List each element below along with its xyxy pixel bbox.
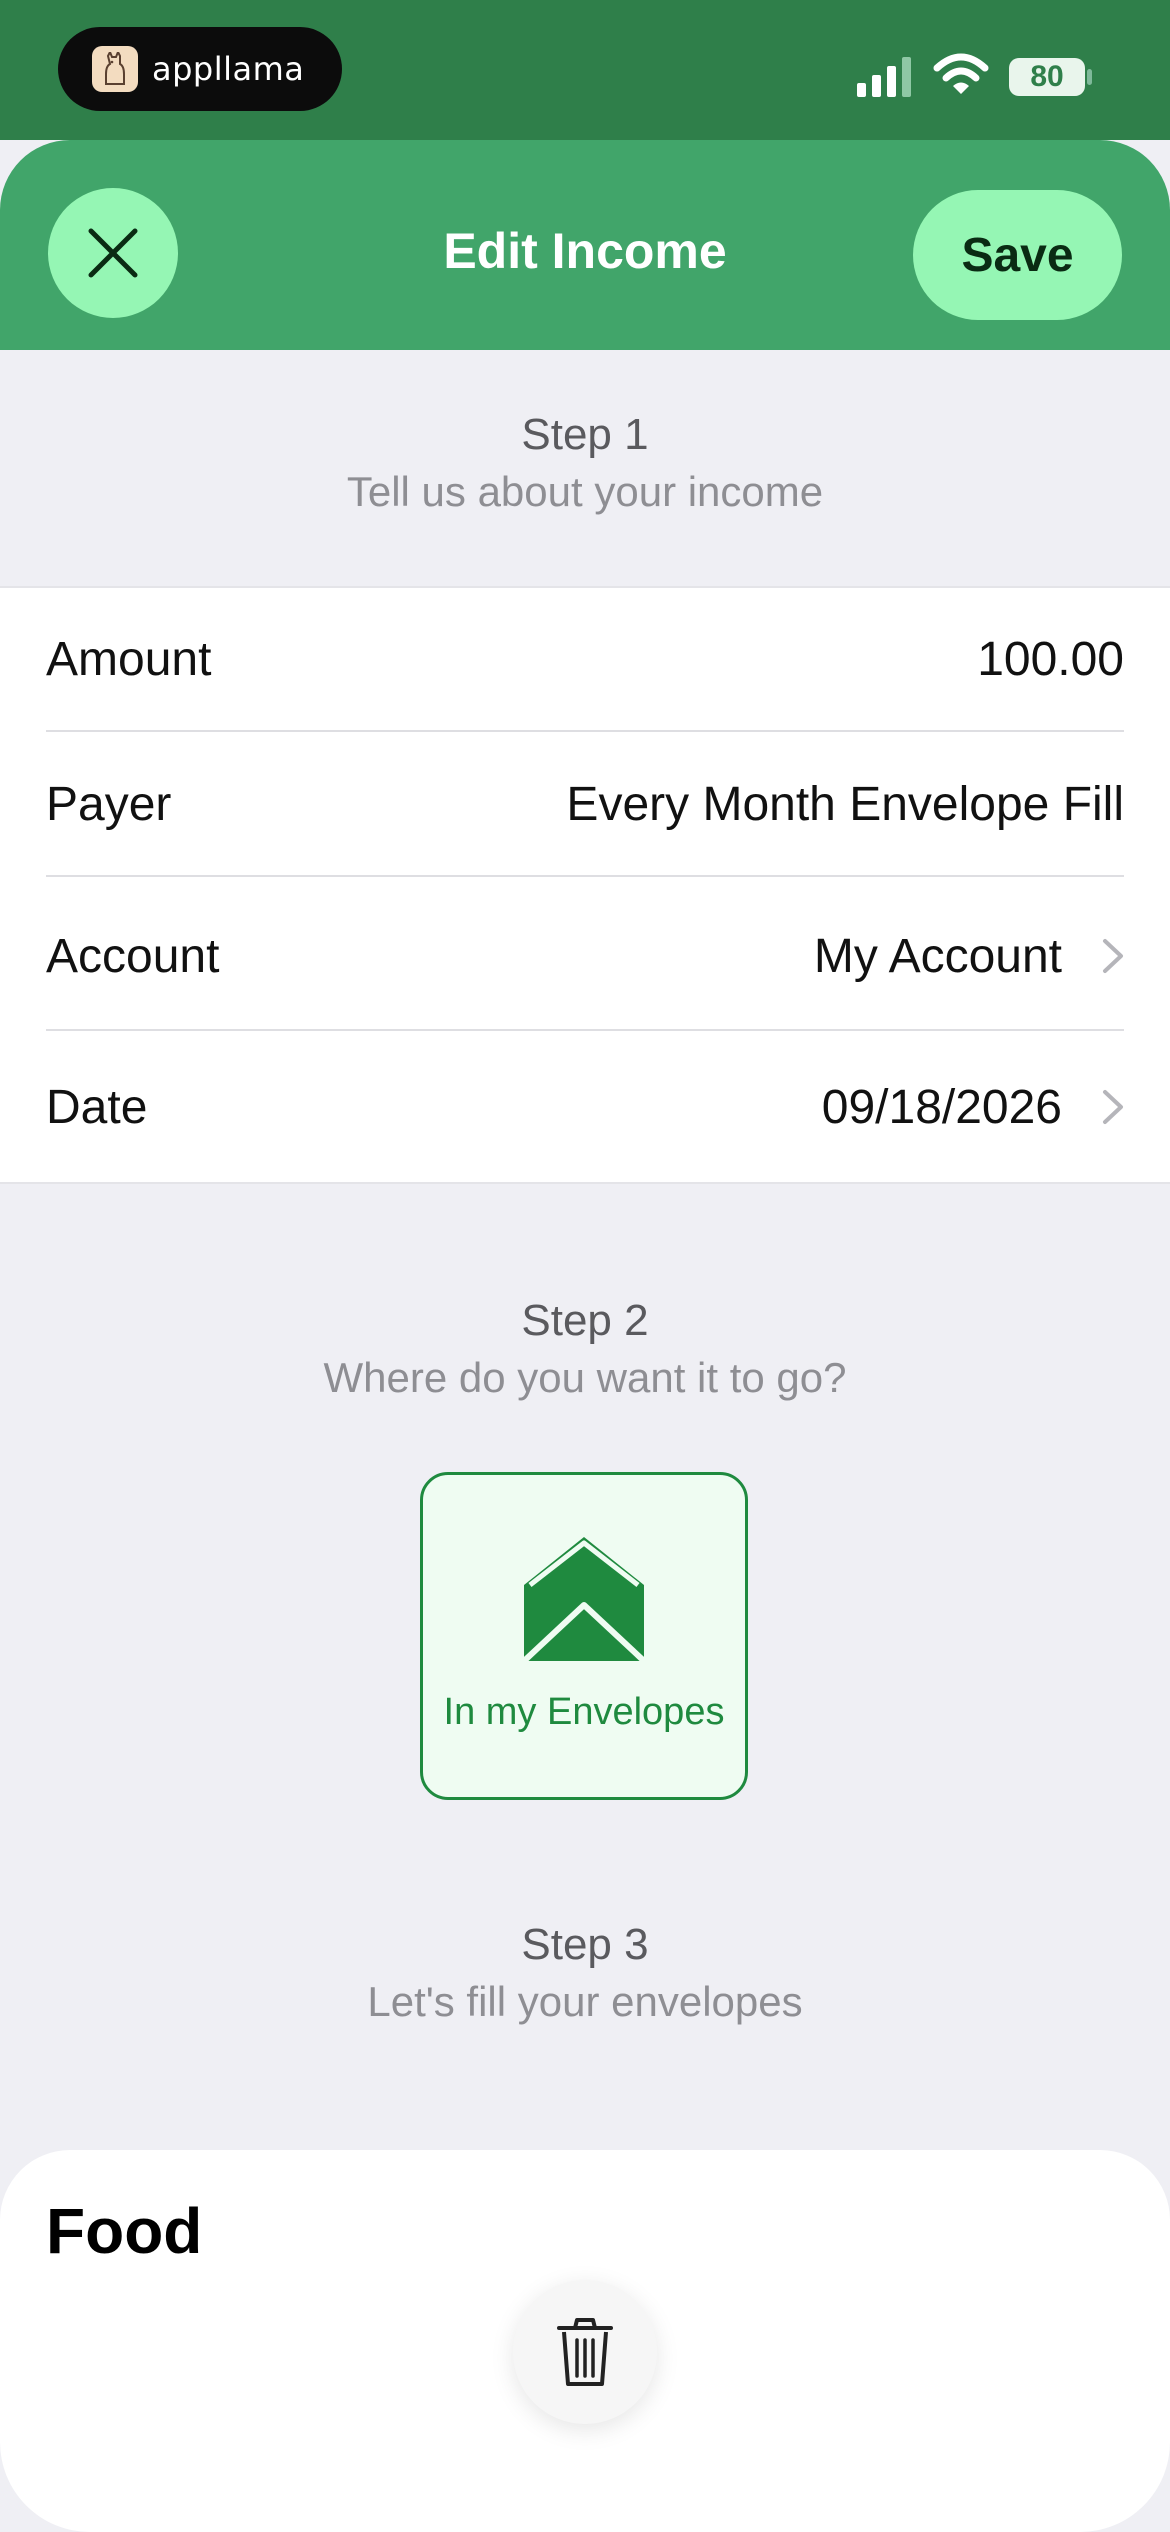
account-value-wrap: My Account xyxy=(814,929,1124,984)
divider xyxy=(46,1029,1124,1031)
app-brand-pill: appllama xyxy=(58,27,342,111)
save-button[interactable]: Save xyxy=(913,190,1122,320)
status-bar: appllama 80 xyxy=(0,0,1170,140)
envelope-open-icon xyxy=(521,1537,647,1664)
in-my-envelopes-option[interactable]: In my Envelopes xyxy=(420,1472,748,1800)
step3-heading: Step 3 xyxy=(521,1920,649,1969)
step1-section: Step 1 Tell us about your income xyxy=(0,410,1170,516)
battery-level: 80 xyxy=(1030,60,1064,93)
income-form: Amount 100.00 Payer Every Month Envelope… xyxy=(0,586,1170,1184)
llama-logo-icon xyxy=(92,46,138,92)
step2-heading: Step 2 xyxy=(521,1296,649,1345)
delete-button[interactable] xyxy=(513,2280,657,2424)
step2-section: Step 2 Where do you want it to go? xyxy=(0,1296,1170,1402)
wifi-icon xyxy=(933,53,989,94)
date-label: Date xyxy=(46,1080,148,1134)
trash-icon xyxy=(557,2318,613,2386)
amount-row[interactable]: Amount 100.00 xyxy=(46,588,1124,730)
signal-icon xyxy=(857,57,911,97)
step1-subtitle: Tell us about your income xyxy=(346,468,824,515)
payer-row[interactable]: Payer Every Month Envelope Fill xyxy=(46,733,1124,875)
account-label: Account xyxy=(46,929,220,983)
battery-icon: 80 xyxy=(1009,58,1085,96)
account-value: My Account xyxy=(813,929,1062,983)
app-brand-name: appllama xyxy=(152,50,305,88)
battery-tip xyxy=(1087,69,1092,85)
account-row[interactable]: Account My Account xyxy=(46,880,1124,1032)
category-heading: Food xyxy=(46,2195,203,2267)
date-value: 09/18/2026 xyxy=(821,1080,1062,1134)
step3-section: Step 3 Let's fill your envelopes xyxy=(0,1920,1170,2026)
amount-label: Amount xyxy=(46,632,212,686)
step1-heading: Step 1 xyxy=(521,410,649,459)
in-my-envelopes-label: In my Envelopes xyxy=(443,1691,725,1733)
step3-subtitle: Let's fill your envelopes xyxy=(367,1978,803,2025)
date-value-wrap: 09/18/2026 xyxy=(822,1080,1124,1135)
amount-value[interactable]: 100.00 xyxy=(977,632,1124,687)
divider xyxy=(46,875,1124,877)
payer-value[interactable]: Every Month Envelope Fill xyxy=(566,777,1124,832)
date-row[interactable]: Date 09/18/2026 xyxy=(46,1034,1124,1180)
payer-label: Payer xyxy=(46,777,172,831)
step2-subtitle: Where do you want it to go? xyxy=(323,1354,847,1401)
divider xyxy=(46,730,1124,732)
chevron-right-icon xyxy=(1103,939,1123,973)
chevron-right-icon xyxy=(1103,1090,1123,1124)
nav-header: Edit Income Save xyxy=(0,140,1170,350)
